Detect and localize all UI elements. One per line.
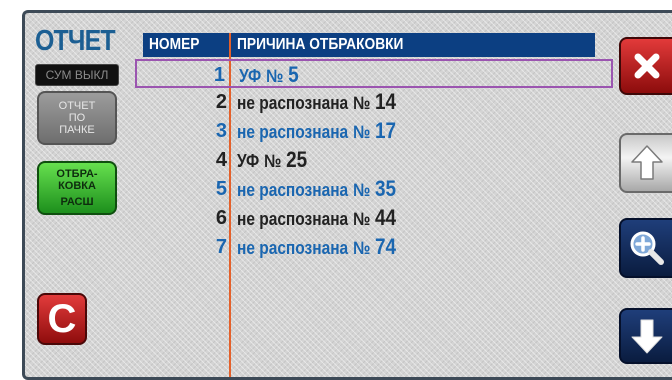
reason-text: УФ xyxy=(237,151,260,171)
arrow-up-icon xyxy=(631,145,663,180)
row-number: 6 xyxy=(215,207,227,229)
number-sign: № xyxy=(352,238,371,258)
row-number: 5 xyxy=(215,178,227,200)
table-row[interactable]: 7 не распознана № 74 xyxy=(135,233,613,262)
pack-report-button[interactable]: ОТЧЕТ ПО ПАЧКЕ xyxy=(37,91,117,145)
row-number: 2 xyxy=(215,91,227,113)
culling-extended-button[interactable]: ОТБРА- КОВКА РАСШ xyxy=(37,161,117,215)
number-sign: № xyxy=(266,66,284,86)
close-button[interactable] xyxy=(619,37,672,95)
row-reason: УФ № 25 xyxy=(237,148,307,173)
scroll-up-button[interactable] xyxy=(619,133,672,193)
reason-text: не распознана xyxy=(237,122,349,142)
arrow-down-icon xyxy=(631,319,663,354)
reason-value: 5 xyxy=(288,62,299,87)
pack-report-label-1: ОТЧЕТ xyxy=(58,100,96,112)
number-sign: № xyxy=(264,151,282,171)
number-sign: № xyxy=(352,209,371,229)
number-sign: № xyxy=(352,180,371,200)
pack-report-label-2: ПО xyxy=(68,112,86,124)
row-number: 3 xyxy=(215,120,227,142)
table-row[interactable]: 6 не распознана № 44 xyxy=(135,204,613,233)
row-reason: не распознана № 35 xyxy=(237,177,396,202)
culling-label-2: КОВКА xyxy=(58,180,96,192)
column-header-reason: ПРИЧИНА ОТБРАКОВКИ xyxy=(237,36,404,53)
row-reason: не распознана № 17 xyxy=(237,119,396,144)
reason-value: 17 xyxy=(374,118,397,143)
table-row[interactable]: 4 УФ № 25 xyxy=(135,146,613,175)
culling-label-3: РАСШ xyxy=(60,196,94,208)
reason-text: УФ xyxy=(239,66,262,86)
reason-value: 44 xyxy=(374,205,397,230)
row-reason: УФ № 5 xyxy=(239,63,299,88)
row-reason: не распознана № 14 xyxy=(237,90,396,115)
table-row[interactable]: 3 не распознана № 17 xyxy=(135,117,613,146)
reason-value: 74 xyxy=(374,234,397,259)
row-reason: не распознана № 74 xyxy=(237,235,396,260)
reason-value: 35 xyxy=(374,176,397,201)
sum-status-badge: СУМ ВЫКЛ xyxy=(35,64,119,86)
close-icon xyxy=(634,53,660,79)
pack-report-label-3: ПАЧКЕ xyxy=(59,124,95,136)
row-number: 7 xyxy=(215,236,227,258)
clear-button[interactable]: C xyxy=(37,293,87,345)
column-header-number: НОМЕР xyxy=(149,36,200,53)
reason-text: не распознана xyxy=(237,209,349,229)
number-sign: № xyxy=(352,93,371,113)
reason-value: 14 xyxy=(374,89,397,114)
reason-text: не распознана xyxy=(237,93,349,113)
reason-text: не распознана xyxy=(237,238,349,258)
zoom-in-icon xyxy=(630,231,664,265)
display-screen: ОТЧЕТ СУМ ВЫКЛ ОТЧЕТ ПО ПАЧКЕ ОТБРА- КОВ… xyxy=(22,10,672,380)
row-reason: не распознана № 44 xyxy=(237,206,396,231)
reason-value: 25 xyxy=(286,147,308,172)
number-sign: № xyxy=(352,122,371,142)
row-number: 1 xyxy=(213,64,225,86)
row-number: 4 xyxy=(215,149,227,171)
reason-text: не распознана xyxy=(237,180,349,200)
scroll-down-button[interactable] xyxy=(619,308,672,364)
table-row[interactable]: 5 не распознана № 35 xyxy=(135,175,613,204)
culling-label-1: ОТБРА- xyxy=(56,168,98,180)
table-row[interactable]: 2 не распознана № 14 xyxy=(135,88,613,117)
page-title: ОТЧЕТ xyxy=(35,25,116,57)
zoom-button[interactable] xyxy=(619,218,672,278)
table-row[interactable]: 1 УФ № 5 xyxy=(135,59,613,88)
